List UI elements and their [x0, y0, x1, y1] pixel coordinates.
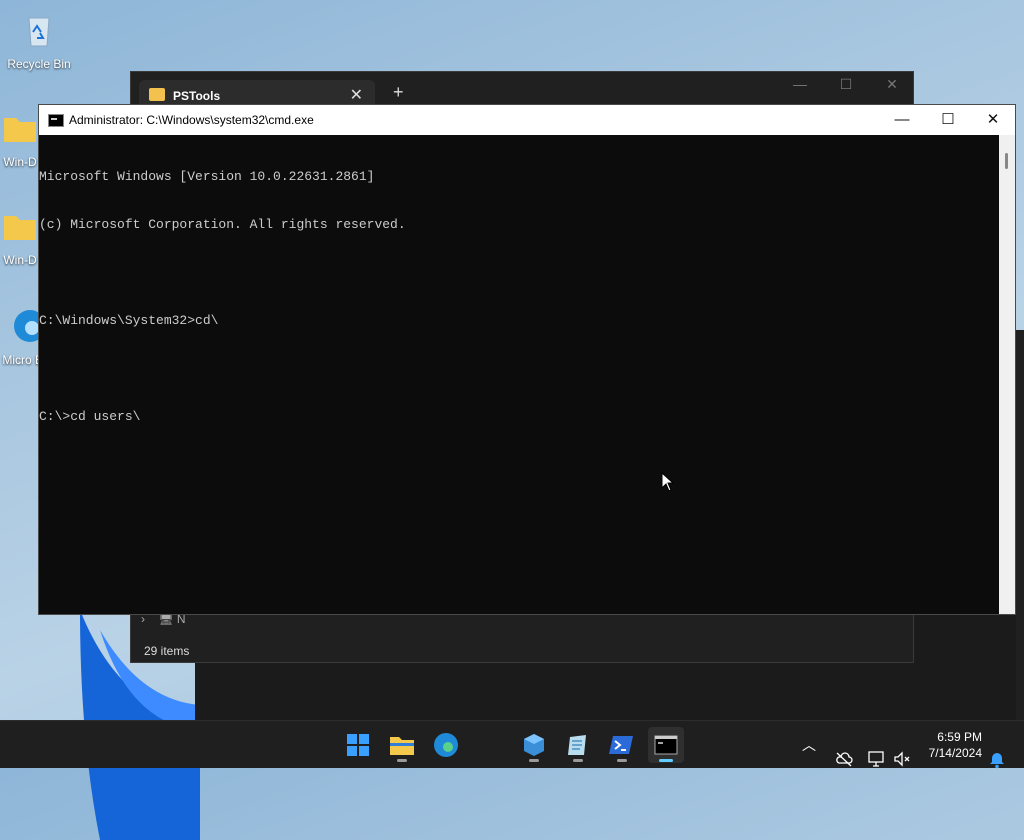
clock-time: 6:59 PM — [937, 730, 982, 744]
notepad-icon — [568, 735, 586, 755]
cmd-window-title: Administrator: C:\Windows\system32\cmd.e… — [69, 113, 314, 127]
console-line: (c) Microsoft Corporation. All rights re… — [39, 217, 406, 232]
background-window-edge — [1016, 330, 1024, 720]
console-line: C:\>cd users\ — [39, 409, 141, 424]
maximize-button[interactable]: ☐ — [925, 105, 971, 135]
running-indicator — [573, 759, 583, 762]
maximize-button[interactable]: ☐ — [823, 76, 869, 93]
mouse-cursor-icon — [661, 472, 675, 492]
show-hidden-icons-button[interactable]: ︿ — [802, 735, 816, 783]
close-tab-icon[interactable]: ✕ — [350, 85, 363, 105]
scrollbar-thumb[interactable] — [1005, 153, 1008, 169]
start-button[interactable] — [340, 727, 376, 763]
minimize-button[interactable]: — — [777, 76, 823, 92]
desktop-icon-label: Recycle Bin — [7, 57, 71, 71]
folder-icon — [4, 118, 36, 142]
taskbar-file-explorer[interactable] — [384, 727, 420, 763]
cmd-titlebar[interactable]: Administrator: C:\Windows\system32\cmd.e… — [39, 105, 1015, 135]
console-line: Microsoft Windows [Version 10.0.22631.28… — [39, 169, 375, 184]
edge-icon — [434, 733, 458, 757]
taskbar-edge[interactable] — [428, 727, 464, 763]
taskbar-app-cube[interactable] — [516, 727, 552, 763]
running-indicator — [397, 759, 407, 762]
running-indicator — [529, 759, 539, 762]
running-indicator — [659, 759, 673, 762]
folder-icon — [390, 737, 414, 755]
cmd-app-icon — [48, 114, 64, 127]
folder-icon — [4, 216, 36, 240]
cloud-offline-icon[interactable] — [834, 735, 854, 783]
status-bar-count: 29 items — [144, 644, 190, 658]
volume-muted-icon[interactable] — [892, 735, 912, 783]
network-icon[interactable] — [866, 735, 886, 783]
vertical-scrollbar[interactable] — [999, 135, 1015, 614]
console-output[interactable]: Microsoft Windows [Version 10.0.22631.28… — [39, 135, 999, 614]
taskbar-app-notepad[interactable] — [560, 727, 596, 763]
minimize-button[interactable]: — — [879, 105, 925, 135]
notification-bell-icon[interactable] — [988, 736, 1006, 784]
system-clock[interactable]: 6:59 PM 7/14/2024 — [929, 729, 982, 761]
cube-app-icon — [524, 734, 544, 756]
explorer-tab-title: PSTools — [173, 89, 221, 103]
folder-icon — [149, 88, 165, 101]
cmd-window[interactable]: Administrator: C:\Windows\system32\cmd.e… — [38, 104, 1016, 615]
chevron-up-icon: ︿ — [802, 737, 816, 753]
recycle-bin-icon — [28, 17, 50, 47]
close-button[interactable]: ✕ — [970, 105, 1016, 135]
taskbar-cmd[interactable] — [648, 727, 684, 763]
new-tab-button[interactable]: + — [393, 83, 404, 101]
taskbar: ︿ 6:59 PM 7/14/2024 — [0, 720, 1024, 769]
terminal-icon — [654, 735, 678, 755]
clock-date: 7/14/2024 — [928, 746, 982, 760]
taskbar-powershell[interactable] — [604, 727, 640, 763]
console-line: C:\Windows\System32>cd\ — [39, 313, 219, 328]
windows-logo-icon — [347, 734, 369, 756]
running-indicator — [617, 759, 627, 762]
desktop-icon-recycle-bin[interactable]: Recycle Bin — [1, 10, 77, 71]
close-button[interactable]: ✕ — [869, 76, 915, 93]
powershell-icon — [609, 736, 633, 754]
